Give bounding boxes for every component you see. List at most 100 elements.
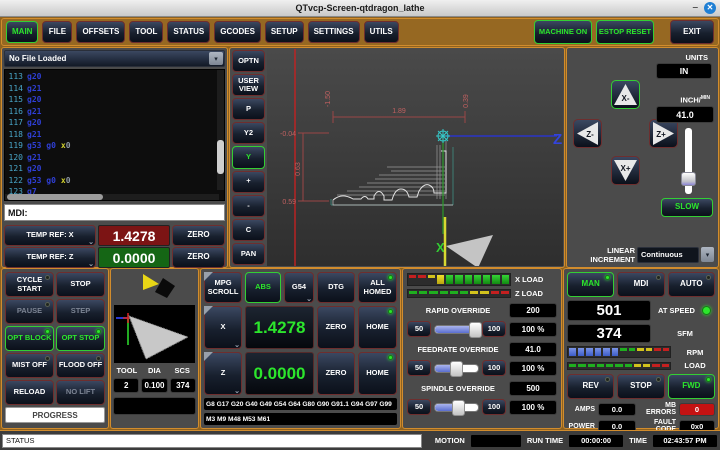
tab-setup[interactable]: SETUP (265, 21, 304, 43)
close-icon[interactable]: ✕ (704, 2, 716, 14)
opt-stop-button[interactable]: OPT STOP (56, 326, 105, 351)
gcode-line[interactable]: 118g21 (7, 130, 224, 142)
tool-orientation-icon (113, 271, 196, 303)
dtg-button[interactable]: DTG (317, 272, 355, 303)
home-x-button[interactable]: HOME (358, 306, 397, 349)
abs-button[interactable]: ABS (245, 272, 281, 303)
all-homed-button[interactable]: ALL HOMED (358, 272, 397, 303)
jog-x-plus-button[interactable]: X+ (611, 156, 640, 185)
runtime-label: RUN TIME (527, 436, 563, 445)
gcode-line[interactable]: 115g20 (7, 95, 224, 107)
linear-increment-row: LINEAR INCREMENT Continuous ▾ (571, 246, 714, 263)
step-button[interactable]: STEP (56, 299, 105, 324)
temp-ref-z-button[interactable]: TEMP REF: Z ⌄ (4, 247, 96, 268)
exit-button[interactable]: EXIT (670, 20, 714, 44)
axis-x-button[interactable]: X⌄ (204, 306, 242, 349)
view-pan-button[interactable]: PAN (232, 243, 265, 265)
toolpath-viewport[interactable]: 1.89 -1.50 0.39 -0.04 0.63 0.59 (267, 49, 563, 266)
mist-button[interactable]: MIST OFF (5, 353, 54, 378)
scs-label: SCS (168, 366, 196, 375)
tab-file[interactable]: FILE (42, 21, 72, 43)
mpg-scroll-button[interactable]: MPG SCROLL (204, 272, 242, 303)
jog-rate-slider-handle[interactable] (681, 172, 696, 186)
zoom-out-button[interactable]: - (232, 195, 265, 217)
tool-shape-preview (114, 305, 195, 363)
dia-label: DIA (141, 366, 169, 375)
tab-main[interactable]: MAIN (6, 21, 38, 43)
feedrate-override-slider[interactable] (434, 364, 479, 373)
chevron-down-icon[interactable]: ▾ (209, 52, 223, 65)
machine-on-button[interactable]: MACHINE ON (534, 20, 592, 44)
gcode-line[interactable]: 117g20 (7, 118, 224, 130)
rapid-override-slider[interactable] (434, 325, 479, 334)
gcode-line[interactable]: 120g21 (7, 153, 224, 165)
g54-button[interactable]: G54⌄ (284, 272, 314, 303)
linear-increment-select[interactable]: Continuous (637, 247, 699, 263)
reload-button[interactable]: RELOAD (5, 380, 54, 405)
temp-ref-x-zero-button[interactable]: ZERO (172, 225, 225, 246)
spindle-fwd-button[interactable]: FWD (668, 374, 715, 399)
spindle-stop-button[interactable]: STOP (617, 374, 664, 399)
zero-z-button[interactable]: ZERO (317, 352, 355, 395)
gcode-line[interactable]: 113g20 (7, 72, 224, 84)
temp-ref-z-zero-button[interactable]: ZERO (172, 247, 225, 268)
svg-text:Z-: Z- (586, 130, 594, 139)
tab-gcodes[interactable]: GCODES (214, 21, 261, 43)
mdi-mode-button[interactable]: MDI (617, 272, 664, 297)
jog-rate-slider[interactable] (685, 128, 692, 194)
pause-button[interactable]: PAUSE (5, 299, 54, 324)
gcode-line[interactable]: 114g21 (7, 84, 224, 96)
cycle-start-button[interactable]: CYCLE START (5, 272, 54, 297)
app-window: QTvcp-Screen-qtdragon_lathe – ✕ MAIN FIL… (0, 0, 720, 450)
tab-status[interactable]: STATUS (167, 21, 210, 43)
tab-tool[interactable]: TOOL (129, 21, 163, 43)
lathe-tool-cone (446, 235, 493, 266)
flood-button[interactable]: FLOOD OFF (56, 353, 105, 378)
tool-comment-box (113, 397, 196, 415)
spindle-override-slider[interactable] (434, 403, 479, 412)
view-optn-button[interactable]: OPTN (232, 50, 265, 72)
opt-block-button[interactable]: OPT BLOCK (5, 326, 54, 351)
stop-button[interactable]: STOP (56, 272, 105, 297)
view-clear-button[interactable]: C (232, 219, 265, 241)
minimize-icon[interactable]: – (692, 3, 698, 13)
view-p-button[interactable]: P (232, 98, 265, 120)
temp-ref-x-button[interactable]: TEMP REF: X ⌄ (4, 225, 96, 246)
chevron-down-icon[interactable]: ▾ (701, 247, 714, 262)
file-combo[interactable]: No File Loaded ▾ (4, 50, 225, 67)
gcode-line[interactable]: 121g20 (7, 164, 224, 176)
gcode-vscrollbar[interactable] (217, 70, 224, 190)
mdi-input[interactable]: MDI: (4, 204, 225, 221)
view-y2-button[interactable]: Y2 (232, 122, 265, 144)
slow-button[interactable]: SLOW (661, 198, 713, 217)
home-z-button[interactable]: HOME (358, 352, 397, 395)
jog-z-plus-button[interactable]: Z+ (649, 119, 678, 148)
gcode-hscrollbar[interactable] (5, 194, 219, 200)
gcode-line[interactable]: 119g53 g0x0 (7, 141, 224, 153)
auto-mode-button[interactable]: AUTO (668, 272, 715, 297)
zero-x-button[interactable]: ZERO (317, 306, 355, 349)
feedrate-100-button[interactable]: 100 (482, 360, 506, 376)
estop-reset-button[interactable]: ESTOP RESET (596, 20, 654, 44)
spindle-rev-button[interactable]: REV (567, 374, 614, 399)
gcode-line[interactable]: 116g21 (7, 107, 224, 119)
view-y-button[interactable]: Y (232, 146, 265, 168)
tab-utils[interactable]: UTILS (364, 21, 399, 43)
feedrate-50-button[interactable]: 50 (407, 360, 431, 376)
rapid-100-button[interactable]: 100 (482, 321, 506, 337)
man-mode-button[interactable]: MAN (567, 272, 614, 297)
dro-z-value: 0.0000 (245, 352, 314, 395)
zoom-in-button[interactable]: + (232, 171, 265, 193)
view-user-view-button[interactable]: USER VIEW (232, 74, 265, 96)
no-lift-button[interactable]: NO LIFT (56, 380, 105, 405)
rapid-50-button[interactable]: 50 (407, 321, 431, 337)
gcode-list[interactable]: 113g20114g21115g20116g21117g20118g21119g… (4, 69, 225, 201)
tab-settings[interactable]: SETTINGS (308, 21, 360, 43)
spindle-100-button[interactable]: 100 (482, 399, 506, 415)
spindle-50-button[interactable]: 50 (407, 399, 431, 415)
axis-z-button[interactable]: Z⌄ (204, 352, 242, 395)
jog-z-minus-button[interactable]: Z- (573, 119, 602, 148)
gcode-line[interactable]: 122g53 g0x0 (7, 176, 224, 188)
tab-offsets[interactable]: OFFSETS (76, 21, 125, 43)
jog-x-minus-button[interactable]: X- (611, 80, 640, 109)
